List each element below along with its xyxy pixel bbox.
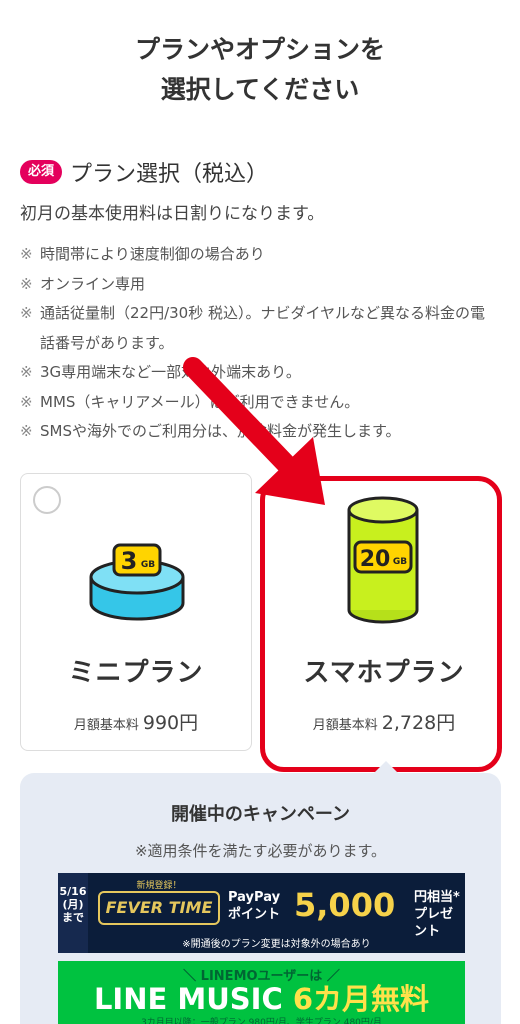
required-badge: 必須 — [20, 160, 63, 184]
fever-time-logo: FEVER TIME — [98, 891, 220, 925]
line-music-name: LINE MUSIC — [93, 982, 283, 1016]
paypay-label-line1: PayPay — [228, 890, 281, 905]
campaign-title: 開催中のキャンペーン — [170, 804, 351, 825]
banner-date-badge: 5/16 (月) まで — [58, 873, 88, 953]
banner-new-signup: 新規登録！ — [136, 881, 182, 891]
banner-date-weekday: (月) — [62, 898, 84, 911]
page-title-line1: プランやオプションを — [134, 35, 385, 64]
banner-date-day: 5/16 — [59, 885, 87, 898]
paypay-amount: 5,000 — [294, 886, 396, 924]
line-music-main: LINE MUSIC 6カ月無料 — [58, 981, 465, 1017]
note-mark: ※ — [20, 363, 33, 381]
paypay-label-line2: ポイント — [228, 907, 281, 922]
mini-data-unit: GB — [141, 560, 155, 570]
paypay-label: PayPay ポイント — [228, 889, 280, 923]
plan-note: ※ オンライン専用 — [20, 270, 500, 300]
campaign-note: ※適用条件を満たす必要があります。 — [134, 842, 387, 860]
note-mark: ※ — [20, 392, 33, 411]
banner-date-until: まで — [62, 911, 84, 924]
mini-data-amount: 3 — [121, 547, 138, 575]
plan-name-mini: ミニプラン — [68, 658, 204, 688]
plan-intro-text: 初月の基本使用料は日割りになります。 — [20, 204, 325, 224]
campaign-pointer — [374, 761, 398, 773]
paypay-footnote: ※開通後のプラン変更は対象外の場合あり — [182, 939, 371, 950]
data-3gb-icon: 3 GB — [89, 543, 185, 621]
page-title-line2: 選択してください — [160, 75, 360, 104]
line-music-offer: 6カ月無料 — [292, 982, 430, 1016]
price-row-mini: 月額基本料 990円 — [21, 708, 251, 735]
paypay-suffix-line1: 円相当* — [414, 890, 460, 905]
plan-radio-mini[interactable] — [33, 486, 61, 514]
note-mark: ※ — [20, 274, 33, 293]
plan-note: ※ 時間帯により速度制御の場合あり — [20, 240, 500, 270]
plan-note-text: 時間帯により速度制御の場合あり — [40, 245, 265, 263]
plan-section-title: プラン選択（税込） — [70, 162, 269, 187]
note-mark: ※ — [20, 245, 33, 263]
note-mark: ※ — [20, 304, 33, 322]
paypay-suffix: 円相当* プレゼント — [414, 889, 465, 940]
note-mark: ※ — [20, 422, 33, 440]
paypay-campaign-banner[interactable]: 5/16 (月) まで 新規登録！ FEVER TIME PayPay ポイント… — [58, 873, 465, 953]
red-arrow-icon — [183, 357, 325, 505]
price-value-mini: 990円 — [142, 712, 199, 734]
page-title: プランやオプションを 選択してください — [0, 30, 520, 110]
plan-note-text: オンライン専用 — [40, 274, 146, 293]
line-music-campaign-banner[interactable]: ＼ LINEMOユーザーは ／ LINE MUSIC 6カ月無料 3カ月目以降：… — [58, 961, 465, 1024]
line-music-footnote: 3カ月目以降：一般プラン 980円/月、学生プラン 480円/月 — [141, 1018, 382, 1024]
price-label-mini: 月額基本料 — [73, 718, 139, 733]
plan-section-header: 必須 プラン選択（税込） — [20, 155, 268, 189]
campaign-section: 開催中のキャンペーン ※適用条件を満たす必要があります。 5/16 (月) まで… — [20, 773, 501, 1024]
